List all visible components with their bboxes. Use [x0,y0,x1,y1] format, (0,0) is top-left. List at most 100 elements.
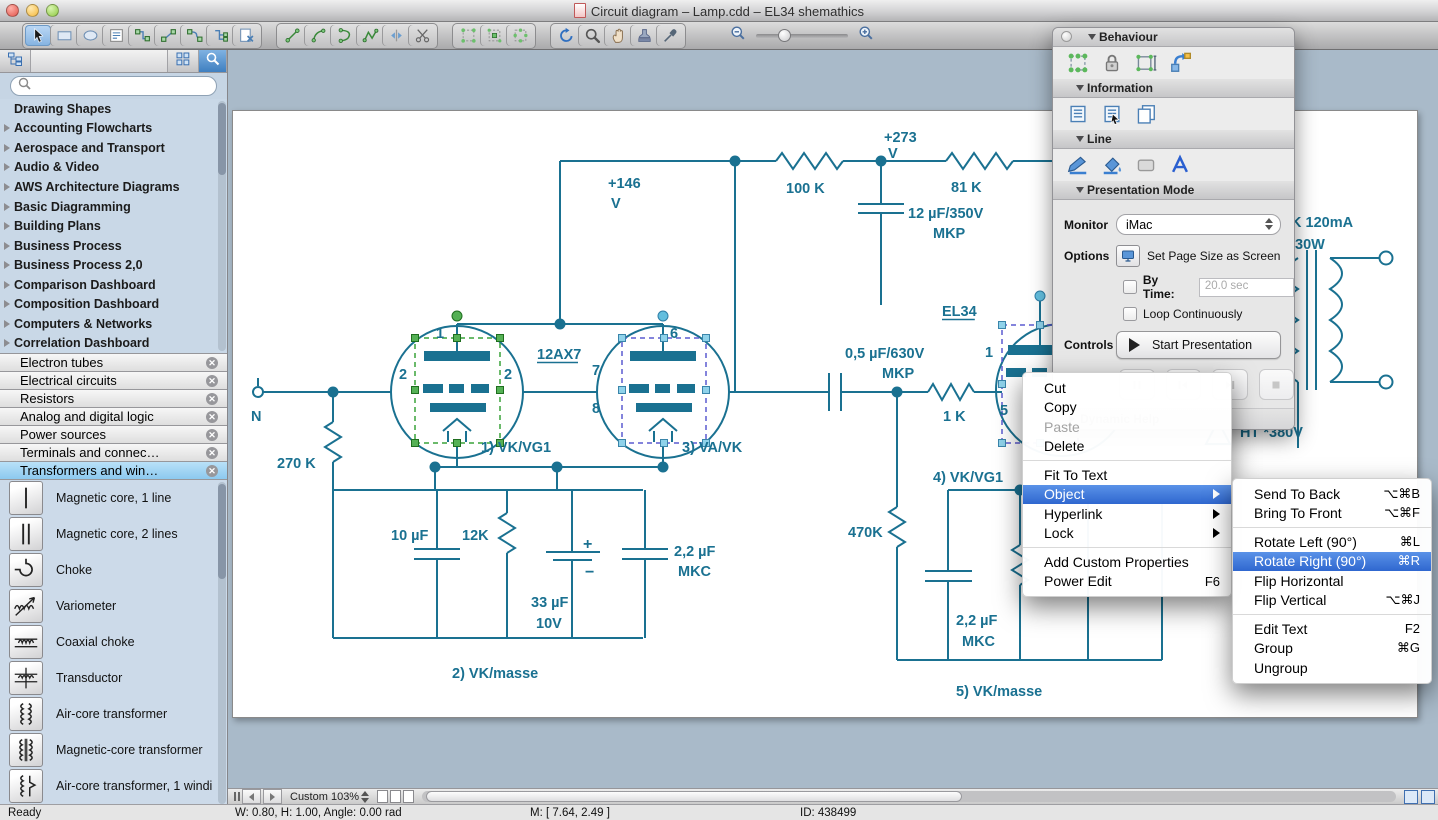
zoom-tool[interactable] [579,25,605,46]
close-library-icon[interactable]: ✕ [206,465,218,477]
close-library-icon[interactable]: ✕ [206,447,218,459]
pen-icon[interactable] [1066,153,1090,177]
shape-item-transductor[interactable]: Transductor [0,660,227,696]
shapes-scrollbar[interactable] [218,482,226,804]
select-tool[interactable] [25,25,51,46]
loop-checkbox[interactable] [1123,307,1137,321]
tab-tree-view[interactable] [0,50,31,72]
menu-item-copy[interactable]: Copy [1023,398,1231,418]
selection-frame-icon[interactable] [1066,51,1090,75]
trim-tool[interactable] [409,25,435,46]
behaviour-header[interactable]: Behaviour [1053,28,1294,47]
sidebar-item-audio-video[interactable]: Audio & Video [0,158,227,178]
menu-item-hyperlink[interactable]: Hyperlink [1023,504,1231,524]
sidebar-item-composition-dashboard[interactable]: Composition Dashboard [0,294,227,314]
next-page-button[interactable] [263,789,282,804]
shape-item-magnetic-core-transformer[interactable]: Magnetic-core transformer [0,732,227,768]
shapes-scroll-thumb[interactable] [218,484,226,579]
close-library-icon[interactable]: ✕ [206,375,218,387]
prev-page-button[interactable] [242,789,261,804]
sidebar-item-correlation-dashboard[interactable]: Correlation Dashboard [0,334,227,353]
disconnect-tool[interactable] [233,25,259,46]
grid-large-icon[interactable] [1421,790,1435,804]
ellipse-tool[interactable] [77,25,103,46]
pan-tool[interactable] [605,25,631,46]
categories-scroll-thumb[interactable] [218,103,226,175]
close-library-icon[interactable]: ✕ [206,357,218,369]
split-tool[interactable] [383,25,409,46]
grid-small-icon[interactable] [1404,790,1418,804]
menu-item-delete[interactable]: Delete [1023,437,1231,457]
close-library-icon[interactable]: ✕ [206,429,218,441]
sidebar-item-basic-diagramming[interactable]: Basic Diagramming [0,197,227,217]
zoom-out-icon[interactable] [730,25,746,46]
zoom-slider-knob[interactable] [778,29,791,42]
arc-tool[interactable] [305,25,331,46]
horizontal-scroll-thumb[interactable] [426,791,962,802]
sidebar-item-accounting-flowcharts[interactable]: Accounting Flowcharts [0,119,227,139]
by-time-checkbox[interactable] [1123,280,1137,294]
text-style-icon[interactable] [1168,153,1192,177]
library-tab-resistors[interactable]: Resistors✕ [0,390,227,408]
zoom-slider[interactable] [756,34,848,38]
menu-item-fit-to-text[interactable]: Fit To Text [1023,465,1231,485]
menu-item-power-edit[interactable]: Power EditF6 [1023,572,1231,592]
close-library-icon[interactable]: ✕ [206,411,218,423]
resize-icon[interactable] [1134,51,1158,75]
library-tab-transformers-and-win[interactable]: Transformers and win…✕ [0,462,227,480]
categories-scrollbar[interactable] [218,101,226,351]
page-split-icon[interactable] [234,792,240,801]
bucket-icon[interactable] [1100,153,1124,177]
sidebar-item-business-process-2-0[interactable]: Business Process 2,0 [0,255,227,275]
horizontal-scrollbar[interactable] [422,791,1396,802]
reshape-handles-tool[interactable] [455,25,481,46]
library-tab-electron-tubes[interactable]: Electron tubes✕ [0,354,227,372]
set-page-size-button[interactable] [1116,245,1140,267]
menu-item-send-to-back[interactable]: Send To Back⌥⌘B [1233,484,1431,504]
tab-grid-view[interactable] [168,50,199,72]
lock-icon[interactable] [1100,51,1124,75]
text-tool[interactable] [103,25,129,46]
line-header[interactable]: Line [1053,130,1294,149]
page-thumbnail-3[interactable] [403,790,414,803]
sidebar-item-building-plans[interactable]: Building Plans [0,216,227,236]
menu-item-add-custom-properties[interactable]: Add Custom Properties [1023,552,1231,572]
by-time-field[interactable]: 20.0 sec [1199,278,1294,297]
eyedropper-tool[interactable] [657,25,683,46]
library-tab-analog-and-digital-logic[interactable]: Analog and digital logic✕ [0,408,227,426]
menu-item-cut[interactable]: Cut [1023,378,1231,398]
library-tab-electrical-circuits[interactable]: Electrical circuits✕ [0,372,227,390]
stop-icon[interactable] [1259,369,1295,400]
shape-item-magnetic-core-2-lines[interactable]: Magnetic core, 2 lines [0,516,227,552]
connector-elbow-tool[interactable] [129,25,155,46]
menu-item-ungroup[interactable]: Ungroup [1233,658,1431,678]
shape-item-variometer[interactable]: Variometer [0,588,227,624]
menu-item-edit-text[interactable]: Edit TextF2 [1233,619,1431,639]
action-arrow-icon[interactable] [1168,51,1192,75]
menu-item-group[interactable]: Group⌘G [1233,639,1431,659]
information-header[interactable]: Information [1053,79,1294,98]
shape-item-coaxial-choke[interactable]: Coaxial choke [0,624,227,660]
rotate-tool[interactable] [553,25,579,46]
zoom-stepper[interactable] [361,791,369,803]
page-thumbnail-1[interactable] [377,790,388,803]
presentation-header[interactable]: Presentation Mode [1053,181,1294,200]
menu-item-object[interactable]: Object [1023,485,1231,505]
menu-item-flip-vertical[interactable]: Flip Vertical⌥⌘J [1233,591,1431,611]
sidebar-item-drawing-shapes[interactable]: Drawing Shapes [0,99,227,119]
fill-style-icon[interactable] [1134,153,1158,177]
search-input[interactable] [10,76,217,96]
sidebar-item-aerospace-and-transport[interactable]: Aerospace and Transport [0,138,227,158]
note-icon[interactable] [1066,102,1090,126]
shape-item-magnetic-core-1-line[interactable]: Magnetic core, 1 line [0,480,227,516]
stamp-tool[interactable] [631,25,657,46]
monitor-select[interactable]: iMac [1116,214,1281,235]
sidebar-item-business-process[interactable]: Business Process [0,236,227,256]
menu-item-paste[interactable]: Paste [1023,417,1231,437]
library-tab-power-sources[interactable]: Power sources✕ [0,426,227,444]
menu-item-rotate-right-90[interactable]: Rotate Right (90°)⌘R [1233,552,1431,572]
sidebar-item-computers-networks[interactable]: Computers & Networks [0,314,227,334]
connector-direct-tool[interactable] [155,25,181,46]
tab-search[interactable] [199,50,227,72]
menu-item-lock[interactable]: Lock [1023,524,1231,544]
